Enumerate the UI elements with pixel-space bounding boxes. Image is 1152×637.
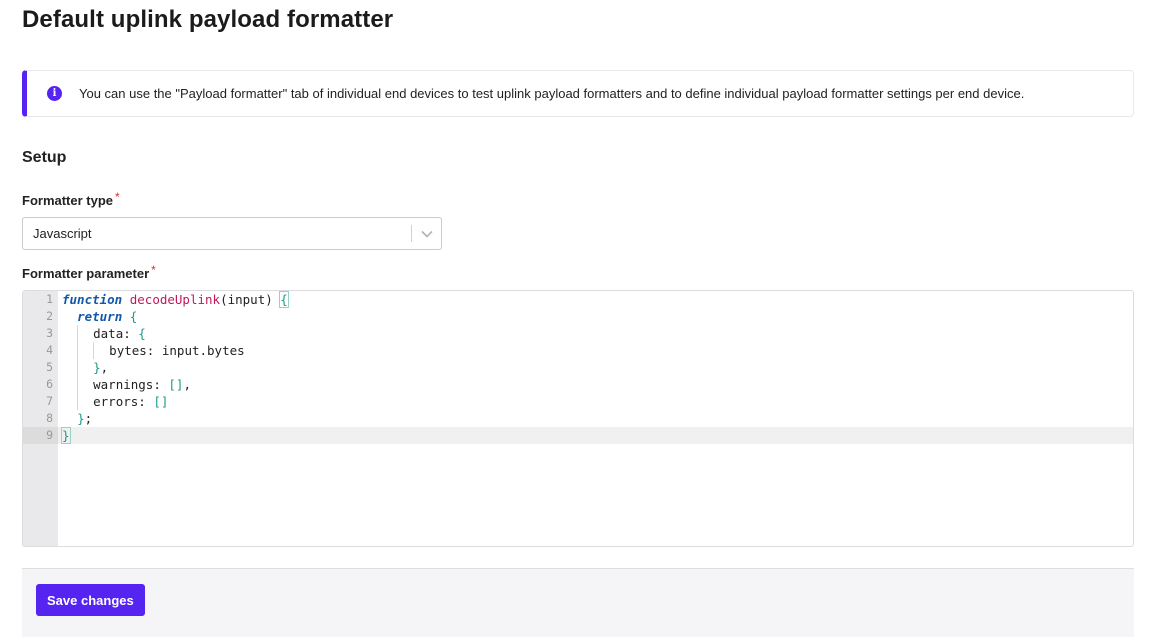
- code-text[interactable]: }: [61, 427, 71, 444]
- code-line[interactable]: 4 bytes: input.bytes: [23, 342, 1133, 359]
- formatter-parameter-label-text: Formatter parameter: [22, 266, 150, 281]
- code-text[interactable]: };: [62, 410, 92, 427]
- formatter-type-label-text: Formatter type: [22, 193, 114, 208]
- code-line[interactable]: 6 warnings: [],: [23, 376, 1133, 393]
- required-mark: *: [151, 263, 156, 277]
- line-number: 5: [46, 360, 53, 374]
- code-line[interactable]: 5 },: [23, 359, 1133, 376]
- form-footer: Save changes: [22, 568, 1134, 637]
- code-text[interactable]: function decodeUplink(input) {: [62, 291, 289, 308]
- line-number: 3: [46, 326, 53, 340]
- code-lines[interactable]: 1 function decodeUplink(input) { 2 return…: [23, 291, 1133, 444]
- code-text[interactable]: warnings: [],: [62, 376, 191, 393]
- code-line[interactable]: 8 };: [23, 410, 1133, 427]
- code-text[interactable]: },: [62, 359, 108, 376]
- code-line-active[interactable]: 9}: [23, 427, 1133, 444]
- formatter-type-select[interactable]: Javascript: [22, 217, 442, 250]
- info-notice: i You can use the "Payload formatter" ta…: [22, 70, 1134, 117]
- formatter-type-label: Formatter type *: [22, 190, 120, 208]
- notice-text: You can use the "Payload formatter" tab …: [79, 86, 1025, 101]
- code-text[interactable]: return {: [62, 308, 137, 325]
- line-number: 1: [46, 292, 53, 306]
- line-number: 9: [23, 427, 58, 444]
- required-mark: *: [115, 190, 120, 204]
- line-number: 6: [46, 377, 53, 391]
- code-text[interactable]: bytes: input.bytes: [62, 342, 245, 359]
- line-number: 8: [46, 411, 53, 425]
- page-title: Default uplink payload formatter: [22, 6, 394, 33]
- code-editor[interactable]: 1 function decodeUplink(input) { 2 return…: [22, 290, 1134, 547]
- chevron-down-icon[interactable]: [412, 218, 441, 249]
- code-text[interactable]: data: {: [62, 325, 146, 342]
- formatter-parameter-label: Formatter parameter *: [22, 263, 156, 281]
- line-number: 7: [46, 394, 53, 408]
- code-line[interactable]: 7 errors: []: [23, 393, 1133, 410]
- code-text[interactable]: errors: []: [62, 393, 168, 410]
- save-changes-button[interactable]: Save changes: [36, 584, 145, 616]
- formatter-type-value: Javascript: [33, 226, 92, 241]
- code-line[interactable]: 2 return {: [23, 308, 1133, 325]
- line-number: 4: [46, 343, 53, 357]
- info-icon: i: [47, 86, 62, 101]
- line-number: 2: [46, 309, 53, 323]
- section-title-setup: Setup: [22, 149, 67, 166]
- code-line[interactable]: 1 function decodeUplink(input) {: [23, 291, 1133, 308]
- code-line[interactable]: 3 data: {: [23, 325, 1133, 342]
